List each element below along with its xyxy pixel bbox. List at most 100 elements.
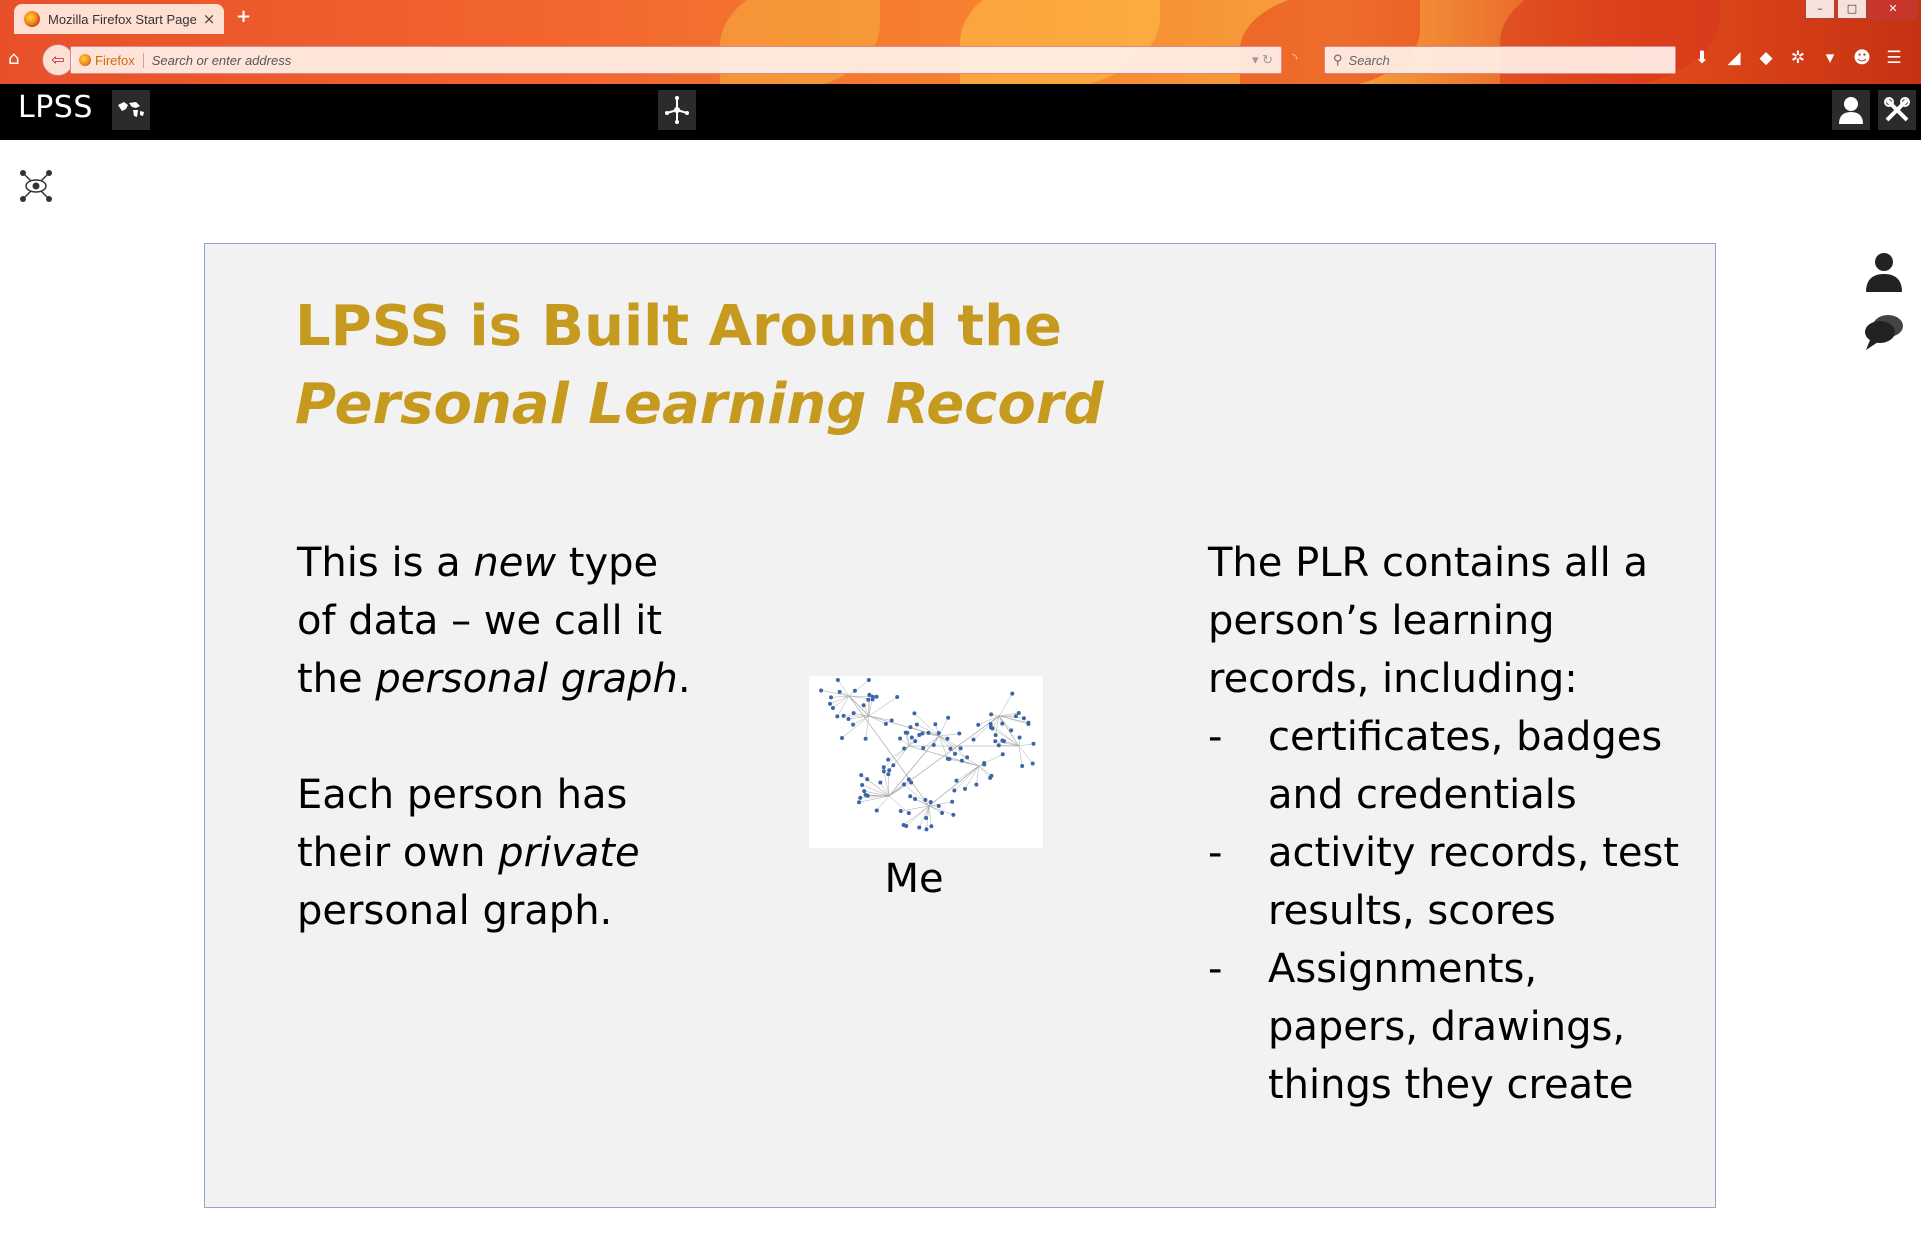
graph-node [989,773,994,778]
rss-icon[interactable]: ◝ [1292,51,1297,67]
menu-icon[interactable]: ☰ [1878,48,1910,68]
graph-node [898,809,903,814]
graph-node [913,739,918,744]
maximize-button[interactable]: □ [1837,0,1867,19]
tab-title: Mozilla Firefox Start Page [48,11,197,27]
graph-edge [1018,745,1033,764]
graph-node [929,824,934,829]
graph-node [1017,735,1022,740]
close-window-button[interactable]: ✕ [1869,0,1917,19]
graph-node [1016,711,1021,716]
graph-node [829,695,834,700]
slide-title: LPSS is Built Around the Personal Learni… [295,288,1195,444]
graph-node [982,762,987,767]
graph-node [859,773,864,778]
graph-node [874,808,879,813]
app-brand[interactable]: LPSS [18,90,93,125]
graph-node [867,692,872,697]
network-icon[interactable] [658,90,696,130]
chat-icon[interactable] [1862,310,1906,354]
graph-node [974,782,979,787]
graph-node [920,731,925,736]
graph-node [993,733,998,738]
graph-node [947,756,952,761]
list-item: - Assignments, papers, drawings, things t… [1208,940,1688,1114]
bullet-marker: - [1208,830,1223,876]
graph-node [841,713,846,718]
graph-node [976,722,981,727]
tab-close-button[interactable]: × [200,10,218,28]
network-graph-illustration [819,678,1036,832]
new-tab-button[interactable]: + [236,6,251,27]
graph-node [933,722,938,727]
user-icon[interactable] [1832,90,1870,130]
graph-node [906,777,911,782]
graph-node [906,811,911,816]
graph-node [887,768,892,773]
graph-node [921,746,926,751]
graph-node [908,794,913,799]
graph-node [861,703,866,708]
graph-edge [837,695,850,717]
search-input[interactable]: Search [1349,53,1390,68]
navigation-bar: ⌂ ⇦ Firefox Search or enter address ▾ ↻ … [0,40,1921,80]
dropdown-icon[interactable]: ▾ [1814,48,1846,68]
list-item: - activity records, test results, scores [1208,824,1688,940]
graph-edge [867,699,870,717]
tab-start-page[interactable]: Mozilla Firefox Start Page × [14,4,224,34]
url-bar[interactable]: Firefox Search or enter address ▾ ↻ [70,46,1282,74]
bookmark-icon[interactable]: ◢ [1718,48,1750,68]
smiley-icon[interactable]: ☻ [1846,48,1878,68]
graph-node [926,730,931,735]
graph-edge [821,690,850,697]
graph-edge [950,748,980,767]
graph-eye-icon[interactable] [18,168,54,204]
personal-graph-image [809,676,1043,848]
toolbar-icons: ⬇ ◢ ◆ ✲ ▾ ☻ ☰ [1686,48,1910,68]
firefox-logo-icon [24,11,40,27]
graph-node [952,751,957,756]
graph-node [912,711,917,716]
graph-edge [832,695,850,709]
graph-node [993,739,998,744]
graph-node [945,736,950,741]
graph-edge [848,679,869,697]
graph-node [883,721,888,726]
graph-node [1009,728,1014,733]
user-icon[interactable] [1862,250,1906,294]
graph-node [948,746,953,751]
graph-node [874,694,879,699]
graph-edge [954,765,980,791]
text-run-italic: new [473,540,557,586]
reload-icon[interactable]: ▾ ↻ [1252,52,1273,68]
pocket-icon[interactable]: ◆ [1750,48,1782,68]
graph-node [909,735,914,740]
graph-node [1021,716,1026,721]
world-map-icon[interactable] [112,90,150,130]
text-run: This is a [297,540,474,586]
graph-node [846,717,851,722]
text-run: personal graph. [297,888,613,934]
slide-title-line1: LPSS is Built Around the [295,294,1062,359]
graph-node [958,746,963,751]
bullet-marker: - [1208,946,1223,992]
identity-label: Firefox [95,52,135,68]
list-item-text: certificates, badges and credentials [1268,714,1663,818]
search-bar[interactable]: ⚲ Search [1324,46,1676,74]
graph-node [901,782,906,787]
home-icon[interactable]: ⌂ [8,48,19,69]
graph-node [1000,752,1005,757]
graph-node [840,735,845,740]
url-input[interactable]: Search or enter address [142,52,1252,68]
minimize-button[interactable]: – [1805,0,1835,19]
graph-node [852,688,857,693]
tools-icon[interactable] [1878,90,1916,130]
graph-edge [978,765,991,779]
addon-icon[interactable]: ✲ [1782,48,1814,68]
private-graph-paragraph: Each person has their own private person… [297,766,697,940]
download-icon[interactable]: ⬇ [1686,48,1718,68]
graph-edge [956,765,980,781]
graph-node [1026,721,1031,726]
graph-node [851,722,856,727]
graph-node [851,711,856,716]
